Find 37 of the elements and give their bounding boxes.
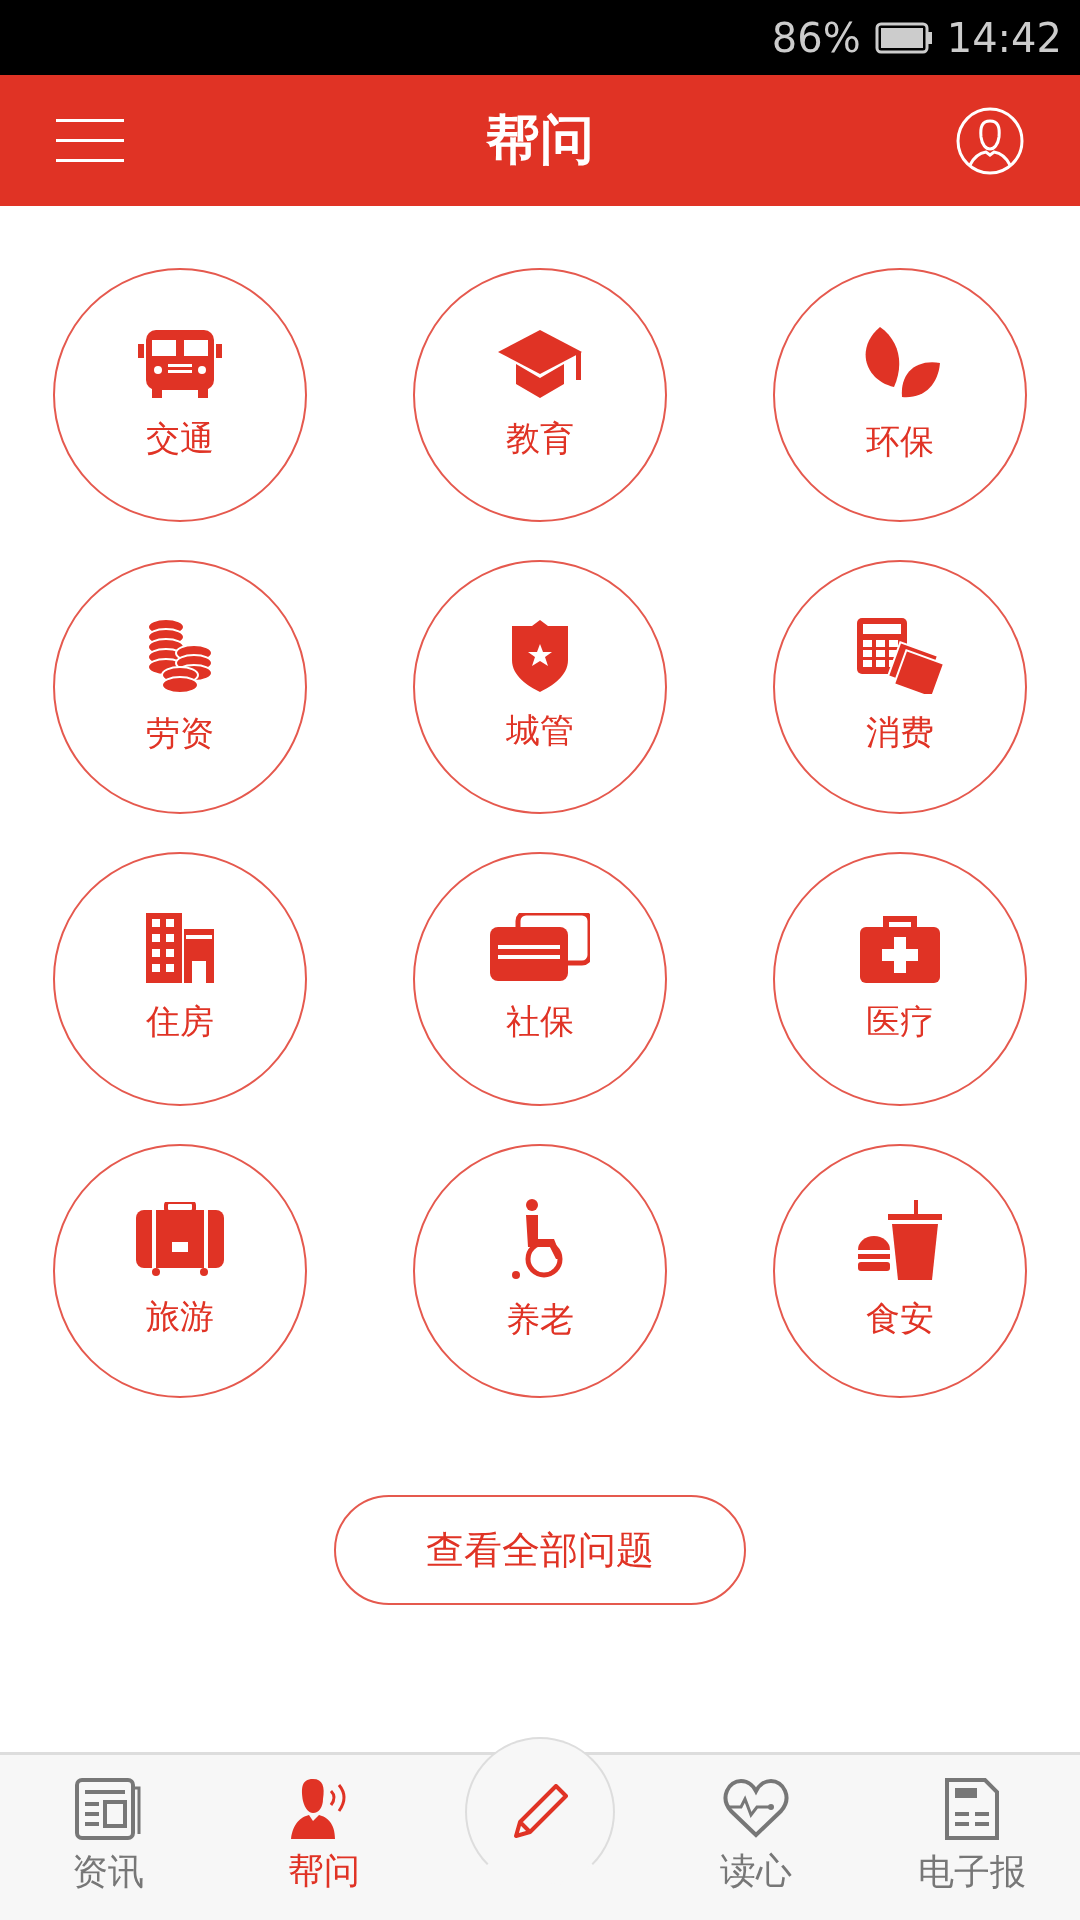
category-button[interactable]: 消费 [773,560,1027,814]
pencil-icon [512,1784,568,1840]
category-button[interactable]: 城管 [413,560,667,814]
page-title: 帮问 [486,107,594,173]
cards-icon [490,913,590,983]
category-button[interactable]: 住房 [53,852,307,1106]
view-all-questions-button[interactable]: 查看全部问题 [334,1495,746,1605]
category-button[interactable]: 环保 [773,268,1027,522]
category-button[interactable]: 劳资 [53,560,307,814]
heartbeat-icon [723,1779,789,1839]
shield-star-icon [512,620,568,692]
clock: 14:42 [946,14,1062,61]
category-button[interactable]: 社保 [413,852,667,1106]
battery-percent: 86% [771,14,861,61]
burger-drink-icon [858,1200,942,1280]
category-button[interactable]: 旅游 [53,1144,307,1398]
coins-icon [146,617,214,695]
newspaper-icon [75,1778,141,1840]
calculator-receipt-icon [857,618,943,694]
nav-tab[interactable]: 帮问 [216,1755,432,1920]
graduation-cap-icon [496,328,584,400]
category-button[interactable]: 教育 [413,268,667,522]
category-button[interactable]: 医疗 [773,852,1027,1106]
nav-tab[interactable]: 读心 [648,1755,864,1920]
news-document-icon [945,1778,999,1840]
nav-tab[interactable]: 资讯 [0,1755,216,1920]
bus-icon [138,328,222,400]
user-avatar-icon[interactable] [956,106,1024,175]
menu-icon[interactable] [56,117,124,164]
first-aid-kit-icon [860,913,940,983]
suitcase-icon [136,1202,224,1278]
battery-icon [874,21,933,54]
category-button[interactable]: 交通 [53,268,307,522]
buildings-icon [146,913,214,983]
category-button[interactable]: 食安 [773,1144,1027,1398]
nav-tab[interactable]: 电子报 [864,1755,1080,1920]
category-button[interactable]: 养老 [413,1144,667,1398]
